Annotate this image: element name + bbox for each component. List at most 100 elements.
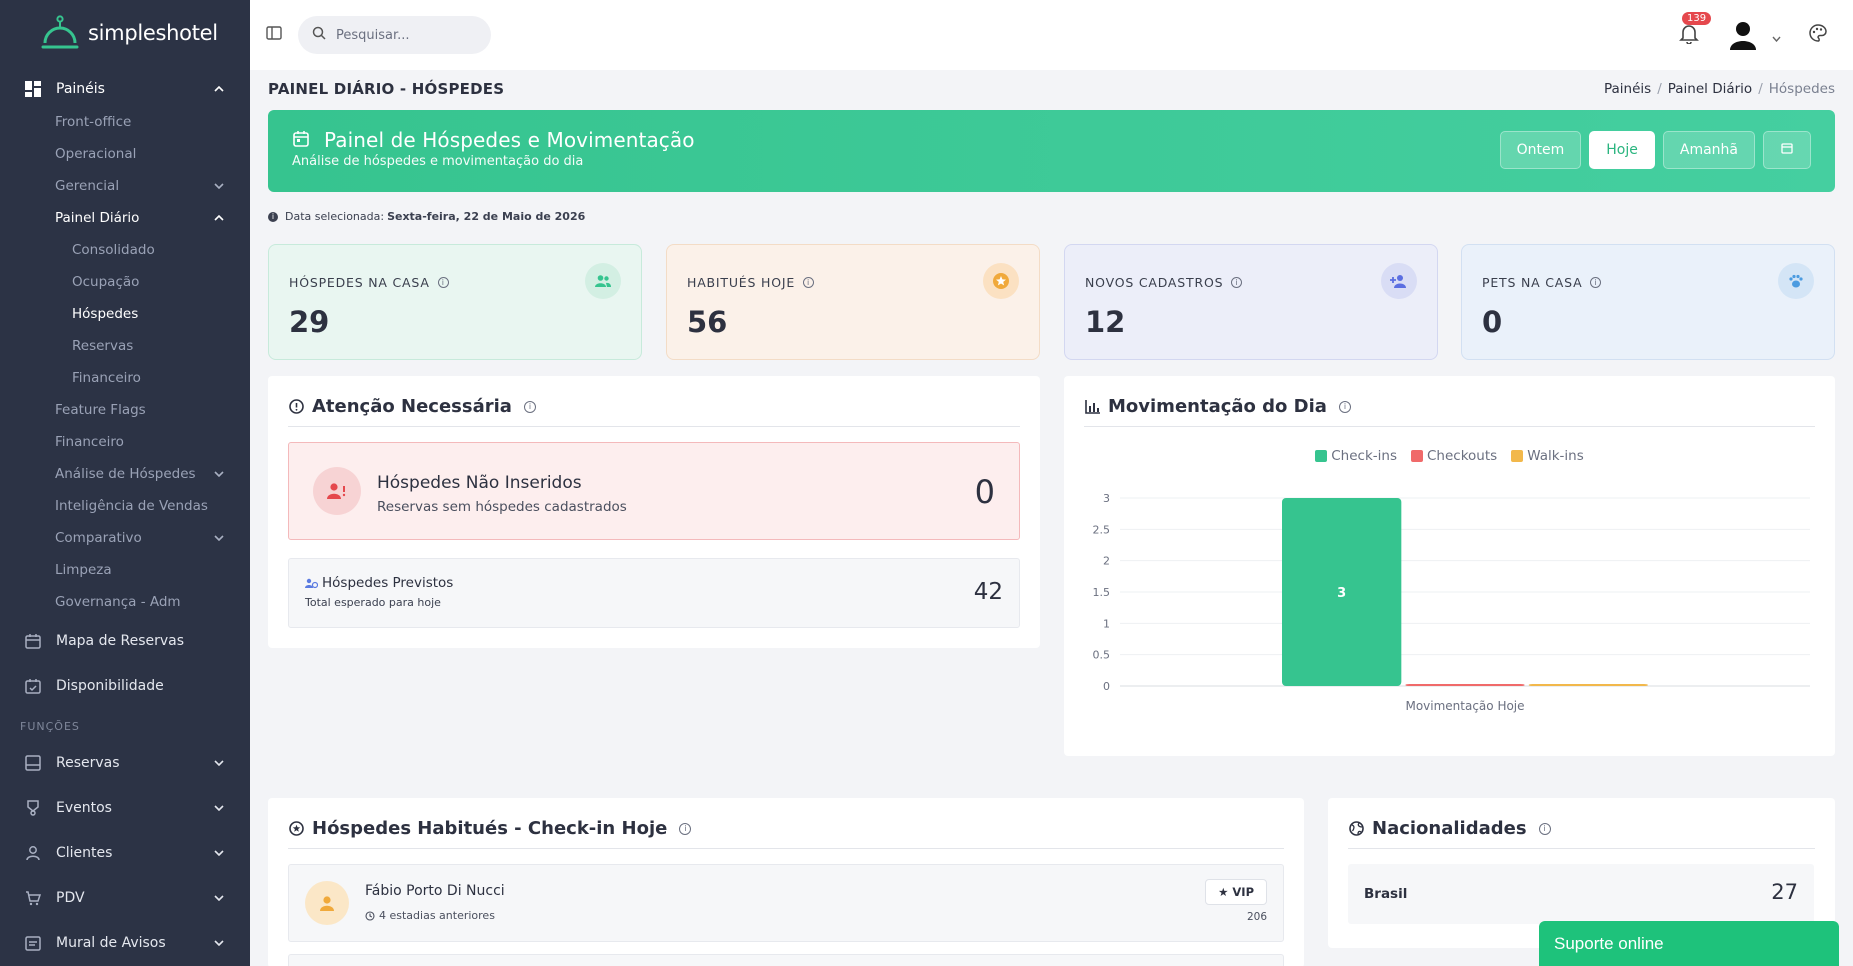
list-item[interactable]: Fábio Porto Di Nucci 4 estadias anterior… bbox=[288, 864, 1284, 942]
list-item[interactable] bbox=[288, 954, 1284, 966]
help-icon[interactable]: i bbox=[437, 277, 449, 288]
search-input[interactable] bbox=[336, 27, 486, 43]
sidebar-item-limpeza[interactable]: Limpeza bbox=[0, 554, 250, 586]
help-icon[interactable]: i bbox=[803, 277, 815, 288]
sidebar-item-label: Clientes bbox=[56, 844, 113, 861]
legend-label: Walk-ins bbox=[1527, 448, 1584, 464]
sidebar-item-inteligencia-vendas[interactable]: Inteligência de Vendas bbox=[0, 490, 250, 522]
sidebar-item-operacional[interactable]: Operacional bbox=[0, 138, 250, 170]
mural-icon bbox=[24, 934, 42, 952]
alert-value: 0 bbox=[974, 473, 995, 511]
calendar-picker-button[interactable] bbox=[1763, 131, 1811, 169]
card-title: Atenção Necessária bbox=[312, 396, 512, 417]
legend-item-checkouts[interactable]: Checkouts bbox=[1411, 448, 1497, 464]
palette-icon[interactable] bbox=[1808, 23, 1828, 43]
sidebar-item-label: Análise de Hóspedes bbox=[55, 466, 196, 482]
sidebar-item-hospedes[interactable]: Hóspedes bbox=[0, 298, 250, 330]
ontem-button[interactable]: Ontem bbox=[1499, 131, 1582, 169]
stat-value: 29 bbox=[289, 305, 330, 339]
hoje-button[interactable]: Hoje bbox=[1589, 131, 1655, 169]
chevron-down-icon bbox=[214, 181, 224, 191]
sidebar-item-label: Inteligência de Vendas bbox=[55, 498, 208, 514]
help-icon[interactable]: i bbox=[1231, 277, 1243, 288]
calendar-check-icon bbox=[24, 677, 42, 695]
amanha-button[interactable]: Amanhã bbox=[1662, 131, 1755, 169]
hospedes-nao-inseridos-alert[interactable]: Hóspedes Não Inseridos Reservas sem hósp… bbox=[288, 442, 1020, 540]
sidebar-item-label: Gerencial bbox=[55, 178, 120, 194]
sidebar-item-financeiro[interactable]: Financeiro bbox=[0, 362, 250, 394]
sidebar-item-label: Eventos bbox=[56, 799, 112, 816]
stat-label: PETS NA CASA bbox=[1482, 275, 1583, 290]
search-box bbox=[298, 16, 491, 54]
chevron-down-icon[interactable] bbox=[1772, 30, 1781, 46]
y-tick-label: 1.5 bbox=[1093, 586, 1111, 599]
breadcrumb-painel-diario[interactable]: Painel Diário bbox=[1668, 81, 1752, 97]
alert-subtitle: Reservas sem hóspedes cadastrados bbox=[377, 499, 627, 515]
sidebar-item-disponibilidade[interactable]: Disponibilidade bbox=[0, 663, 250, 708]
sidebar-item-eventos[interactable]: Eventos bbox=[0, 785, 250, 830]
bell-icon[interactable] bbox=[1678, 22, 1700, 45]
sidebar-item-consolidado[interactable]: Consolidado bbox=[0, 234, 250, 266]
sidebar-item-paineis[interactable]: Painéis bbox=[0, 72, 250, 106]
brand-logo[interactable]: simpleshotel bbox=[0, 0, 250, 66]
stat-label: HÓSPEDES NA CASA bbox=[289, 275, 430, 290]
sidebar-item-ocupacao[interactable]: Ocupação bbox=[0, 266, 250, 298]
habitues-card: Hóspedes Habitués - Check-in Hoje i Fábi… bbox=[268, 798, 1304, 966]
sidebar-item-funcoes-reservas[interactable]: Reservas bbox=[0, 740, 250, 785]
paw-icon bbox=[1778, 263, 1814, 299]
help-icon[interactable]: i bbox=[679, 822, 692, 835]
selected-date: i Data selecionada: Sexta-feira, 22 de M… bbox=[268, 210, 585, 223]
sidebar-heading-funcoes: FUNÇÕES bbox=[20, 719, 80, 733]
legend-swatch bbox=[1411, 450, 1423, 462]
sidebar-item-financeiro-main[interactable]: Financeiro bbox=[0, 426, 250, 458]
sidebar-item-mapa-reservas[interactable]: Mapa de Reservas bbox=[0, 618, 250, 663]
breadcrumb: Painéis / Painel Diário / Hóspedes bbox=[1603, 81, 1835, 97]
sidebar-item-analise-hospedes[interactable]: Análise de Hóspedes bbox=[0, 458, 250, 490]
sidebar-item-pdv[interactable]: PDV bbox=[0, 875, 250, 920]
sidebar-toggle-icon[interactable] bbox=[266, 25, 282, 41]
sidebar-item-label: Governança - Adm bbox=[55, 594, 181, 610]
sidebar-item-gerencial[interactable]: Gerencial bbox=[0, 170, 250, 202]
sidebar-item-mural[interactable]: Mural de Avisos bbox=[0, 920, 250, 965]
chevron-down-icon bbox=[214, 938, 224, 948]
users-icon bbox=[585, 263, 621, 299]
sidebar-item-reservas[interactable]: Reservas bbox=[0, 330, 250, 362]
users-clock-icon bbox=[305, 578, 318, 589]
support-chat-button[interactable]: Suporte online bbox=[1539, 921, 1839, 966]
help-icon[interactable]: i bbox=[1590, 277, 1602, 288]
alert-title: Hóspedes Não Inseridos bbox=[377, 473, 582, 493]
sidebar-item-label: Mural de Avisos bbox=[56, 934, 166, 951]
sidebar-item-painel-diario[interactable]: Painel Diário bbox=[0, 202, 250, 234]
sidebar-item-label: Mapa de Reservas bbox=[56, 632, 185, 649]
hero-title: Painel de Hóspedes e Movimentação bbox=[324, 128, 695, 152]
help-icon[interactable]: i bbox=[1538, 822, 1551, 835]
legend-item-walkins[interactable]: Walk-ins bbox=[1511, 448, 1584, 464]
main-content: PAINEL DIÁRIO - HÓSPEDES Painéis / Painel … bbox=[268, 70, 1835, 966]
bar-checkouts bbox=[1405, 684, 1525, 686]
hospedes-previstos[interactable]: Hóspedes Previstos Total esperado para h… bbox=[288, 558, 1020, 628]
breadcrumb-paineis[interactable]: Painéis bbox=[1604, 81, 1651, 97]
stat-card-habitues: HABITUÉS HOJE i 56 bbox=[666, 244, 1040, 360]
sidebar-item-clientes[interactable]: Clientes bbox=[0, 830, 250, 875]
globe-icon bbox=[1348, 821, 1364, 837]
notification-badge: 139 bbox=[1682, 12, 1712, 25]
brand-name: simpleshotel bbox=[88, 21, 218, 45]
avatar[interactable] bbox=[1726, 18, 1760, 52]
movimentacao-chart: 0 0.5 1 1.5 2 2.5 3 3 Movimentação Hoje bbox=[1093, 492, 1810, 713]
cart-icon bbox=[24, 889, 42, 907]
sidebar-item-governanca[interactable]: Governança - Adm bbox=[0, 586, 250, 618]
legend-item-checkins[interactable]: Check-ins bbox=[1315, 448, 1397, 464]
movimentacao-card: Movimentação do Dia i Check-ins Checkout… bbox=[1064, 376, 1835, 756]
help-icon[interactable]: i bbox=[1338, 400, 1351, 413]
user-plus-icon bbox=[1381, 263, 1417, 299]
sidebar-item-feature-flags[interactable]: Feature Flags bbox=[0, 394, 250, 426]
help-icon[interactable]: i bbox=[523, 400, 536, 413]
sidebar-item-label: Comparativo bbox=[55, 530, 142, 546]
sidebar-item-label: Operacional bbox=[55, 146, 137, 162]
card-title: Movimentação do Dia bbox=[1108, 396, 1327, 417]
sidebar-item-front-office[interactable]: Front-office bbox=[0, 106, 250, 138]
stat-label: HABITUÉS HOJE bbox=[687, 275, 796, 290]
sidebar-item-comparativo[interactable]: Comparativo bbox=[0, 522, 250, 554]
sidebar: simpleshotel Painéis Front-office Operac… bbox=[0, 0, 250, 966]
alert-circle-icon bbox=[288, 399, 304, 415]
